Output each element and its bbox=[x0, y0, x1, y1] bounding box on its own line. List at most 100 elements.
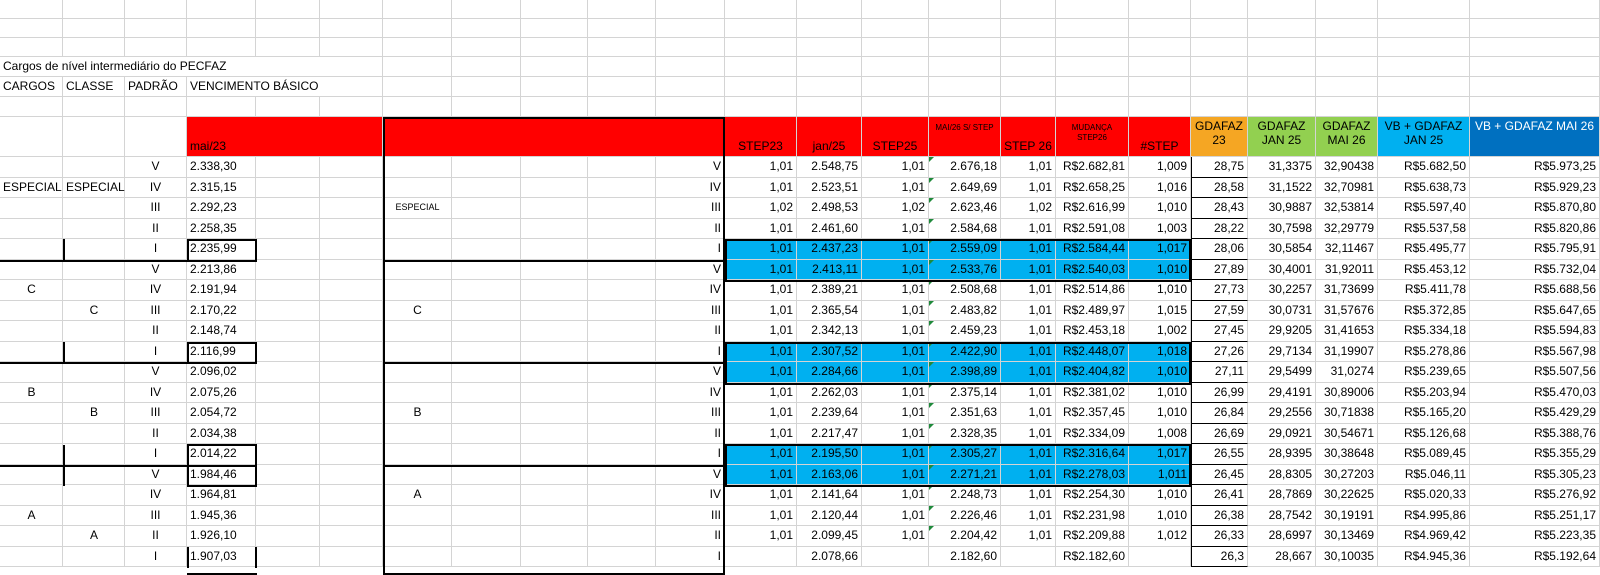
nstep-cell[interactable]: 1,010 bbox=[1129, 259, 1191, 280]
vb-gdafaz-mai26-cell[interactable]: R$5.567,98 bbox=[1470, 341, 1600, 362]
padrao-right-cell[interactable]: I bbox=[656, 546, 725, 567]
column-label[interactable]: VENCIMENTO BÁSICO bbox=[187, 77, 320, 97]
gdafaz23-cell[interactable]: 27,59 bbox=[1191, 300, 1248, 321]
empty-cell[interactable] bbox=[383, 280, 452, 301]
empty-cell[interactable] bbox=[383, 0, 452, 19]
empty-cell[interactable] bbox=[588, 38, 656, 57]
empty-cell[interactable] bbox=[1056, 77, 1129, 97]
vb-cell[interactable]: 2.096,02 bbox=[187, 362, 256, 383]
step26-cell[interactable]: 1,01 bbox=[1001, 300, 1056, 321]
classe-cell[interactable] bbox=[63, 218, 125, 239]
step25-cell[interactable]: 1,01 bbox=[862, 341, 929, 362]
jan25-cell[interactable]: 2.163,06 bbox=[797, 464, 862, 485]
empty-cell[interactable] bbox=[452, 57, 521, 77]
empty-cell[interactable] bbox=[1470, 57, 1600, 77]
empty-cell[interactable] bbox=[63, 97, 125, 117]
empty-cell[interactable] bbox=[1248, 38, 1316, 57]
empty-cell[interactable] bbox=[320, 321, 383, 342]
step23-cell[interactable]: 1,01 bbox=[725, 444, 797, 465]
vb-gdafaz-jan25-cell[interactable]: R$4.969,42 bbox=[1378, 526, 1470, 547]
empty-cell[interactable] bbox=[256, 321, 320, 342]
mudanca-cell[interactable]: R$2.209,88 bbox=[1056, 526, 1129, 547]
empty-cell[interactable] bbox=[521, 0, 588, 19]
empty-cell[interactable] bbox=[383, 546, 452, 567]
empty-cell[interactable] bbox=[929, 38, 1001, 57]
empty-cell[interactable] bbox=[797, 97, 862, 117]
empty-cell[interactable] bbox=[1470, 19, 1600, 38]
empty-cell[interactable] bbox=[862, 19, 929, 38]
padrao-right-cell[interactable]: IV bbox=[656, 280, 725, 301]
empty-cell[interactable] bbox=[521, 300, 588, 321]
nstep-cell[interactable]: 1,010 bbox=[1129, 362, 1191, 383]
cargo-cell[interactable] bbox=[0, 157, 63, 178]
empty-cell[interactable] bbox=[521, 19, 588, 38]
classe-cell[interactable] bbox=[63, 280, 125, 301]
empty-cell[interactable] bbox=[1316, 97, 1378, 117]
empty-cell[interactable] bbox=[1001, 0, 1056, 19]
empty-cell[interactable] bbox=[320, 464, 383, 485]
nstep-cell[interactable]: 1,009 bbox=[1129, 157, 1191, 178]
empty-cell[interactable] bbox=[383, 77, 452, 97]
gdafaz-mai26-cell[interactable]: 32,11467 bbox=[1316, 239, 1378, 260]
vb-gdafaz-jan25-cell[interactable]: R$5.239,65 bbox=[1378, 362, 1470, 383]
vb-cell[interactable]: 2.191,94 bbox=[187, 280, 256, 301]
gdafaz23-cell[interactable]: 26,3 bbox=[1191, 546, 1248, 567]
empty-cell[interactable] bbox=[1129, 38, 1191, 57]
gdafaz23-cell[interactable]: 26,55 bbox=[1191, 444, 1248, 465]
empty-cell[interactable] bbox=[0, 97, 63, 117]
empty-cell[interactable] bbox=[862, 77, 929, 97]
empty-cell[interactable] bbox=[256, 239, 320, 260]
padrao-cell[interactable]: V bbox=[125, 464, 187, 485]
step25-cell[interactable]: 1,01 bbox=[862, 485, 929, 506]
step25-cell[interactable]: 1,01 bbox=[862, 239, 929, 260]
gdafaz23-cell[interactable]: 28,06 bbox=[1191, 239, 1248, 260]
padrao-right-cell[interactable]: III bbox=[656, 300, 725, 321]
empty-cell[interactable] bbox=[383, 444, 452, 465]
vb-cell[interactable]: 2.235,99 bbox=[187, 239, 256, 260]
empty-cell[interactable] bbox=[588, 97, 656, 117]
empty-cell[interactable] bbox=[452, 423, 521, 444]
empty-cell[interactable] bbox=[725, 0, 797, 19]
padrao-right-cell[interactable]: IV bbox=[656, 382, 725, 403]
gdafaz-mai26-cell[interactable]: 32,29779 bbox=[1316, 218, 1378, 239]
empty-cell[interactable] bbox=[383, 505, 452, 526]
empty-cell[interactable] bbox=[452, 526, 521, 547]
vb-gdafaz-mai26-cell[interactable]: R$5.929,23 bbox=[1470, 177, 1600, 198]
empty-cell[interactable] bbox=[1316, 57, 1378, 77]
cargo-cell[interactable] bbox=[0, 423, 63, 444]
empty-cell[interactable] bbox=[588, 280, 656, 301]
vb-gdafaz-mai26-cell[interactable]: R$5.870,80 bbox=[1470, 198, 1600, 219]
mai26-cell[interactable]: 2.351,63 bbox=[929, 403, 1001, 424]
vb-cell[interactable]: 2.116,99 bbox=[187, 341, 256, 362]
empty-cell[interactable] bbox=[1248, 19, 1316, 38]
vb-cell[interactable]: 2.014,22 bbox=[187, 444, 256, 465]
step23-cell[interactable]: 1,01 bbox=[725, 259, 797, 280]
jan25-cell[interactable]: 2.523,51 bbox=[797, 177, 862, 198]
nstep-cell[interactable]: 1,010 bbox=[1129, 382, 1191, 403]
step25-cell[interactable]: 1,01 bbox=[862, 362, 929, 383]
empty-cell[interactable] bbox=[1001, 19, 1056, 38]
mai26-cell[interactable]: 2.398,89 bbox=[929, 362, 1001, 383]
step26-cell[interactable]: 1,01 bbox=[1001, 280, 1056, 301]
empty-cell[interactable] bbox=[320, 382, 383, 403]
nstep-cell[interactable]: 1,010 bbox=[1129, 280, 1191, 301]
empty-cell[interactable] bbox=[521, 423, 588, 444]
vb-gdafaz-jan25-cell[interactable]: R$5.411,78 bbox=[1378, 280, 1470, 301]
empty-cell[interactable] bbox=[1056, 97, 1129, 117]
empty-cell[interactable] bbox=[929, 19, 1001, 38]
empty-cell[interactable] bbox=[1129, 19, 1191, 38]
empty-cell[interactable] bbox=[256, 177, 320, 198]
classe-cell[interactable] bbox=[63, 382, 125, 403]
gdafaz-mai26-cell[interactable]: 31,0274 bbox=[1316, 362, 1378, 383]
empty-cell[interactable] bbox=[383, 341, 452, 362]
empty-cell[interactable] bbox=[452, 198, 521, 219]
padrao-cell[interactable]: II bbox=[125, 526, 187, 547]
empty-cell[interactable] bbox=[588, 485, 656, 506]
empty-cell[interactable] bbox=[63, 19, 125, 38]
empty-cell[interactable] bbox=[588, 177, 656, 198]
empty-cell[interactable] bbox=[521, 280, 588, 301]
header-9[interactable]: GDAFAZ MAI 26 bbox=[1316, 117, 1378, 157]
empty-cell[interactable] bbox=[1248, 57, 1316, 77]
padrao-right-cell[interactable]: III bbox=[656, 403, 725, 424]
empty-cell[interactable] bbox=[656, 97, 725, 117]
